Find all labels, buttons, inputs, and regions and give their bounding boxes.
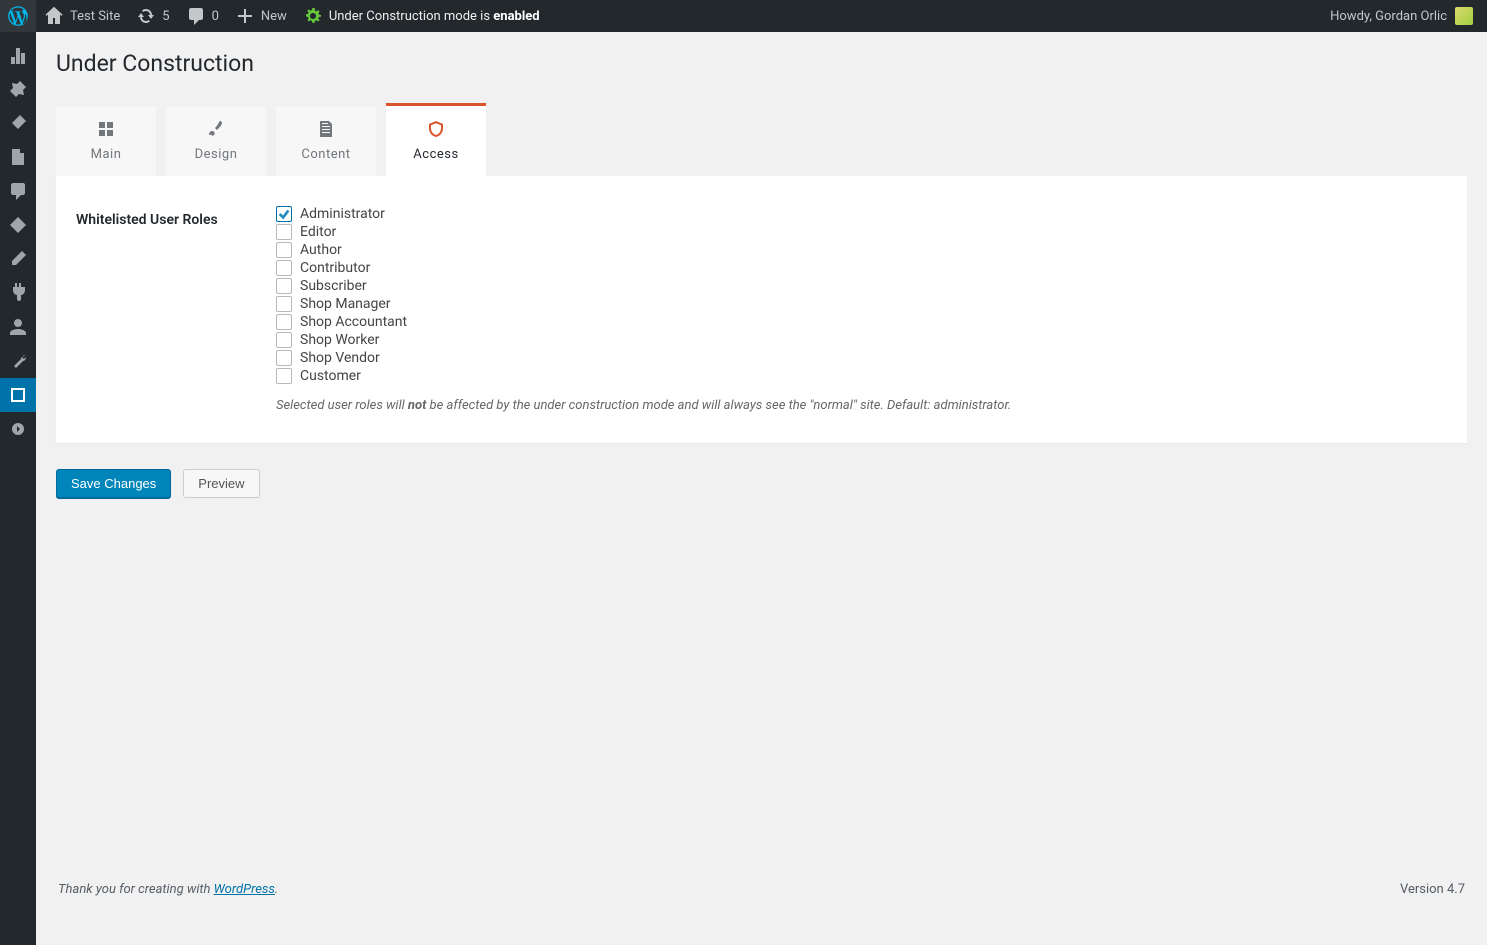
role-option-shop_manager[interactable]: Shop Manager: [276, 296, 1447, 312]
role-option-contributor[interactable]: Contributor: [276, 260, 1447, 276]
menu-appearance[interactable]: [0, 242, 36, 276]
admin-menu: [0, 32, 36, 945]
page-title: Under Construction: [56, 40, 1467, 83]
new-label: New: [261, 9, 287, 24]
checkbox[interactable]: [276, 350, 292, 366]
role-label: Administrator: [300, 206, 385, 222]
version-label: Version 4.7: [1400, 882, 1465, 897]
menu-dashboard[interactable]: [0, 38, 36, 72]
document-icon: [316, 119, 336, 139]
wordpress-icon: [8, 6, 28, 26]
tab-label: Main: [91, 147, 122, 162]
checkbox[interactable]: [276, 278, 292, 294]
uc-mode-text: Under Construction mode is enabled: [329, 9, 540, 24]
avatar: [1455, 7, 1473, 25]
plus-icon: [235, 6, 255, 26]
menu-pages[interactable]: [0, 140, 36, 174]
checkbox[interactable]: [276, 242, 292, 258]
role-label: Subscriber: [300, 278, 367, 294]
menu-products[interactable]: [0, 208, 36, 242]
whitelist-roles-label: Whitelisted User Roles: [76, 206, 276, 413]
role-option-shop_accountant[interactable]: Shop Accountant: [276, 314, 1447, 330]
checkbox[interactable]: [276, 206, 292, 222]
menu-plugins[interactable]: [0, 276, 36, 310]
wp-logo[interactable]: [0, 0, 36, 32]
checkbox[interactable]: [276, 368, 292, 384]
menu-collapse[interactable]: [0, 412, 36, 446]
roles-description: Selected user roles will not be affected…: [276, 398, 1447, 413]
home-icon: [44, 6, 64, 26]
updates-link[interactable]: 5: [128, 0, 177, 32]
comments-count: 0: [212, 9, 219, 24]
role-option-editor[interactable]: Editor: [276, 224, 1447, 240]
uc-mode-indicator[interactable]: Under Construction mode is enabled: [295, 0, 548, 32]
updates-count: 5: [162, 9, 169, 24]
tab-label: Content: [301, 147, 350, 162]
menu-users[interactable]: [0, 310, 36, 344]
save-button[interactable]: Save Changes: [56, 469, 171, 498]
gear-icon: [303, 6, 323, 26]
settings-panel: Whitelisted User Roles Administrator Edit…: [56, 176, 1467, 443]
role-option-subscriber[interactable]: Subscriber: [276, 278, 1447, 294]
role-label: Shop Vendor: [300, 350, 380, 366]
checkbox[interactable]: [276, 314, 292, 330]
checkbox[interactable]: [276, 224, 292, 240]
preview-button[interactable]: Preview: [183, 469, 259, 498]
user-menu[interactable]: Howdy, Gordan Orlic: [1330, 7, 1479, 25]
role-label: Customer: [300, 368, 361, 384]
wordpress-link[interactable]: WordPress: [214, 882, 275, 897]
role-option-customer[interactable]: Customer: [276, 368, 1447, 384]
brush-icon: [206, 119, 226, 139]
role-label: Contributor: [300, 260, 370, 276]
tabs: Main Design Content Access: [56, 103, 1467, 176]
role-option-administrator[interactable]: Administrator: [276, 206, 1447, 222]
tab-label: Design: [195, 147, 238, 162]
new-content-link[interactable]: New: [227, 0, 295, 32]
menu-posts[interactable]: [0, 72, 36, 106]
tab-label: Access: [413, 147, 458, 162]
role-label: Shop Manager: [300, 296, 391, 312]
footer: Thank you for creating with WordPress. V…: [56, 862, 1467, 913]
site-name: Test Site: [70, 9, 120, 24]
tab-content[interactable]: Content: [276, 106, 376, 176]
role-label: Shop Accountant: [300, 314, 407, 330]
grid-icon: [96, 119, 116, 139]
footer-thank-you: Thank you for creating with WordPress.: [58, 882, 278, 897]
menu-media[interactable]: [0, 106, 36, 140]
role-label: Author: [300, 242, 342, 258]
update-icon: [136, 6, 156, 26]
role-label: Editor: [300, 224, 336, 240]
site-name-link[interactable]: Test Site: [36, 0, 128, 32]
menu-comments[interactable]: [0, 174, 36, 208]
role-option-shop_worker[interactable]: Shop Worker: [276, 332, 1447, 348]
tab-access[interactable]: Access: [386, 103, 486, 176]
role-option-shop_vendor[interactable]: Shop Vendor: [276, 350, 1447, 366]
role-option-author[interactable]: Author: [276, 242, 1447, 258]
menu-tools[interactable]: [0, 344, 36, 378]
greeting: Howdy, Gordan Orlic: [1330, 9, 1447, 24]
shield-icon: [426, 119, 446, 139]
menu-under-construction[interactable]: [0, 378, 36, 412]
checkbox[interactable]: [276, 332, 292, 348]
comment-icon: [186, 6, 206, 26]
checkbox[interactable]: [276, 260, 292, 276]
roles-checkbox-list: Administrator Editor Author Contributor Subs…: [276, 206, 1447, 384]
checkbox[interactable]: [276, 296, 292, 312]
comments-link[interactable]: 0: [178, 0, 227, 32]
role-label: Shop Worker: [300, 332, 379, 348]
admin-bar: Test Site 5 0 New Under Constructio: [0, 0, 1487, 32]
tab-main[interactable]: Main: [56, 106, 156, 176]
tab-design[interactable]: Design: [166, 106, 266, 176]
